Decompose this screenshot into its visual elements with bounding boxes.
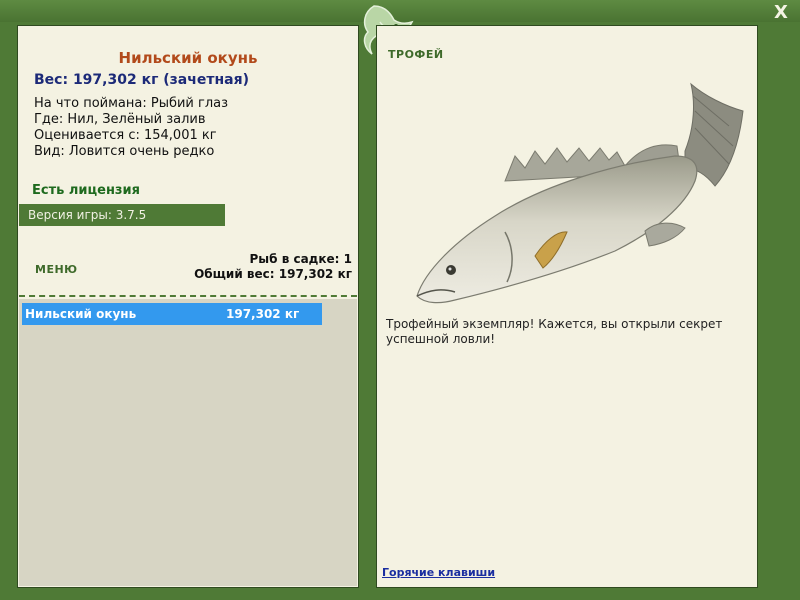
trophy-panel: ТРОФЕЙ Трофейный экземпляр! Кажется, вы bbox=[376, 25, 758, 588]
fish-title: Нильский окунь bbox=[118, 49, 258, 67]
cage-count: Рыб в садке: 1 bbox=[249, 252, 353, 266]
menu-button[interactable]: МЕНЮ bbox=[35, 263, 78, 276]
hotkeys-link[interactable]: Горячие клавиши bbox=[382, 566, 495, 579]
catch-item-name: Нильский окунь bbox=[25, 307, 137, 321]
catch-item-weight: 197,302 кг bbox=[226, 307, 300, 321]
fish-weight: Вес: 197,302 кг (зачетная) bbox=[34, 72, 249, 88]
close-icon[interactable]: X bbox=[772, 4, 790, 22]
cage-total-weight: Общий вес: 197,302 кг bbox=[194, 267, 352, 281]
trophy-description: Трофейный экземпляр! Кажется, вы открыли… bbox=[386, 317, 723, 346]
catch-list-item[interactable]: Нильский окунь 197,302 кг bbox=[22, 303, 322, 325]
fish-rarity: Вид: Ловится очень редко bbox=[34, 144, 215, 159]
cage-stats: Рыб в садке: 1 Общий вес: 197,302 кг bbox=[194, 252, 352, 282]
fish-info-panel: Нильский окунь Вес: 197,302 кг (зачетная… bbox=[17, 25, 359, 588]
catch-list: Нильский окунь 197,302 кг bbox=[19, 299, 357, 586]
fish-bait: На что поймана: Рыбий глаз bbox=[34, 96, 229, 111]
fish-image bbox=[416, 82, 744, 304]
version-bar: Версия игры: 3.7.5 bbox=[19, 204, 225, 226]
fish-value: Оценивается с: 154,001 кг bbox=[34, 128, 217, 143]
divider bbox=[19, 295, 357, 297]
fish-place: Где: Нил, Зелёный залив bbox=[34, 112, 206, 127]
license-status: Есть лицензия bbox=[32, 183, 140, 198]
